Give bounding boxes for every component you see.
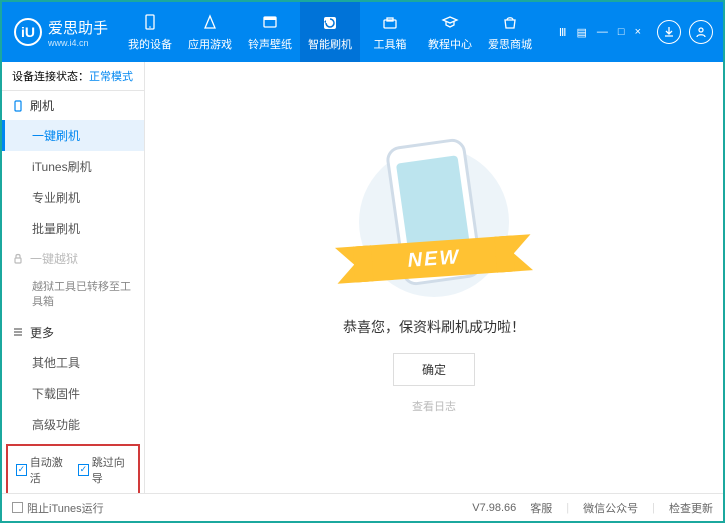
- view-log-link[interactable]: 查看日志: [412, 398, 456, 414]
- menu-oneclick-flash[interactable]: 一键刷机: [2, 120, 144, 151]
- nav-my-device[interactable]: 我的设备: [120, 2, 180, 62]
- check-icon: ✓: [78, 464, 89, 476]
- footer: 阻止iTunes运行 V7.98.66 客服| 微信公众号| 检查更新: [2, 493, 723, 521]
- main-nav: 我的设备 应用游戏 铃声壁纸 智能刷机 工具箱 教程中心 爱思商城: [120, 2, 556, 62]
- close-button[interactable]: ×: [632, 26, 644, 38]
- success-illustration: NEW: [344, 142, 524, 302]
- block-itunes-checkbox[interactable]: 阻止iTunes运行: [12, 500, 104, 516]
- check-icon: ✓: [16, 464, 27, 476]
- menu-download-firmware[interactable]: 下载固件: [2, 378, 144, 409]
- main-content: NEW 恭喜您，保资料刷机成功啦！ 确定 查看日志: [145, 62, 723, 493]
- window-buttons: Ⅲ ▤ — □ ×: [556, 26, 644, 39]
- nav-ringtone[interactable]: 铃声壁纸: [240, 2, 300, 62]
- nav-tutorial[interactable]: 教程中心: [420, 2, 480, 62]
- success-message: 恭喜您，保资料刷机成功啦！: [343, 317, 525, 337]
- app-logo: iU 爱思助手 www.i4.cn: [2, 17, 120, 48]
- menu-batch-flash[interactable]: 批量刷机: [2, 213, 144, 244]
- customer-service-link[interactable]: 客服: [530, 500, 552, 516]
- menu-flash-header[interactable]: 刷机: [2, 91, 144, 120]
- apps-icon: [200, 13, 220, 33]
- lock-icon: [12, 253, 24, 265]
- menu-pro-flash[interactable]: 专业刷机: [2, 182, 144, 213]
- list-icon: [12, 326, 24, 338]
- app-header: iU 爱思助手 www.i4.cn 我的设备 应用游戏 铃声壁纸 智能刷机 工具…: [2, 2, 723, 62]
- nav-apps[interactable]: 应用游戏: [180, 2, 240, 62]
- header-controls: Ⅲ ▤ — □ ×: [556, 20, 723, 44]
- menu-jailbreak-header: 一键越狱: [2, 244, 144, 273]
- phone-icon: [12, 100, 24, 112]
- menu-more-header[interactable]: 更多: [2, 318, 144, 347]
- wallpaper-icon: [260, 13, 280, 33]
- device-icon: [140, 13, 160, 33]
- skip-guide-checkbox[interactable]: ✓跳过向导: [78, 454, 130, 486]
- auto-activate-checkbox[interactable]: ✓自动激活: [16, 454, 68, 486]
- user-button[interactable]: [689, 20, 713, 44]
- checkbox-icon: [12, 502, 23, 513]
- flash-icon: [320, 13, 340, 33]
- wechat-link[interactable]: 微信公众号: [583, 500, 638, 516]
- app-url: www.i4.cn: [48, 38, 108, 48]
- download-button[interactable]: [657, 20, 681, 44]
- connection-status: 设备连接状态：正常模式: [2, 62, 144, 91]
- sys-menu-button[interactable]: Ⅲ: [556, 26, 570, 39]
- menu-advanced[interactable]: 高级功能: [2, 409, 144, 440]
- check-update-link[interactable]: 检查更新: [669, 500, 713, 516]
- logo-icon: iU: [14, 18, 42, 46]
- tutorial-icon: [440, 13, 460, 33]
- menu-other-tools[interactable]: 其他工具: [2, 347, 144, 378]
- toolbox-icon: [380, 13, 400, 33]
- ok-button[interactable]: 确定: [393, 353, 475, 386]
- options-highlight-box: ✓自动激活 ✓跳过向导: [6, 444, 140, 493]
- nav-toolbox[interactable]: 工具箱: [360, 2, 420, 62]
- sidebar: 设备连接状态：正常模式 刷机 一键刷机 iTunes刷机 专业刷机 批量刷机 一…: [2, 62, 145, 493]
- menu-jailbreak-note: 越狱工具已转移至工具箱: [2, 273, 144, 318]
- nav-flash[interactable]: 智能刷机: [300, 2, 360, 62]
- nav-store[interactable]: 爱思商城: [480, 2, 540, 62]
- version-label: V7.98.66: [472, 502, 516, 514]
- skin-button[interactable]: ▤: [574, 26, 590, 39]
- maximize-button[interactable]: □: [615, 26, 628, 38]
- menu-itunes-flash[interactable]: iTunes刷机: [2, 151, 144, 182]
- app-name: 爱思助手: [48, 17, 108, 38]
- minimize-button[interactable]: —: [594, 26, 611, 38]
- store-icon: [500, 13, 520, 33]
